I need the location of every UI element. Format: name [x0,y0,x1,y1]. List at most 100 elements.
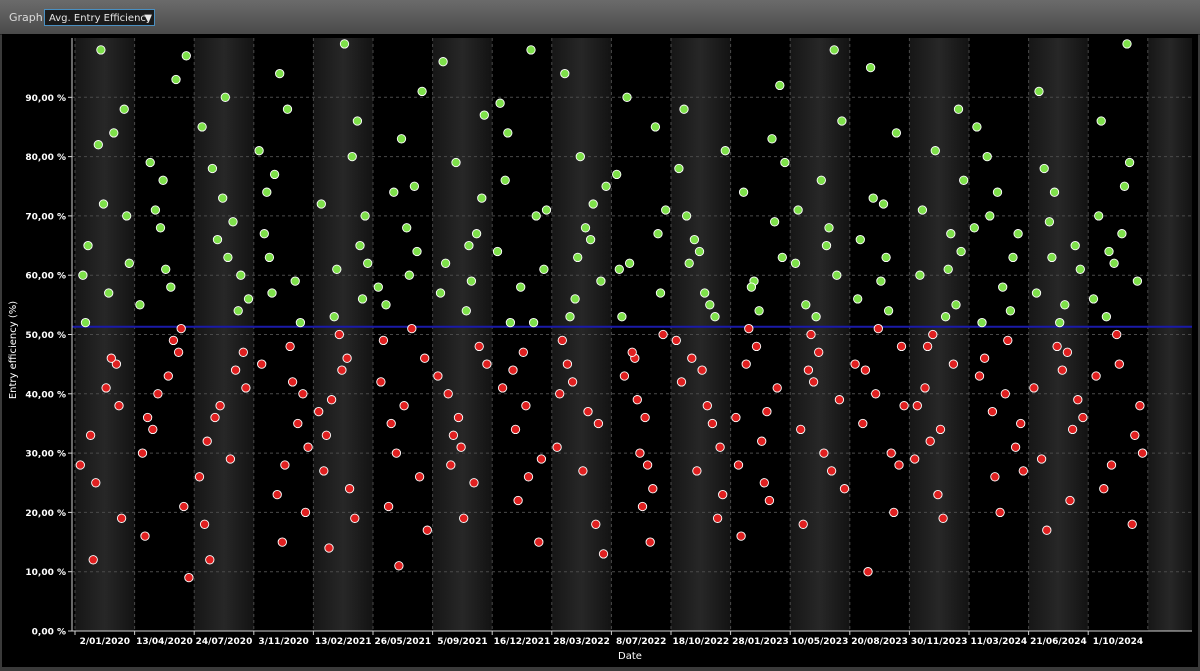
data-point [624,258,635,268]
data-point [912,401,922,411]
data-point [863,567,873,577]
data-point [886,448,896,458]
data-point [420,353,430,363]
data-point [826,466,837,476]
data-point [448,430,459,440]
data-point [124,258,134,268]
y-tick-label: 90,00 % [25,94,66,104]
data-point [731,412,741,423]
data-point [106,353,116,363]
data-point [873,323,883,334]
data-point [1047,252,1057,263]
data-point [347,151,357,162]
data-point [446,460,456,470]
data-point [451,157,461,168]
data-point [433,371,443,381]
data-point [943,264,953,274]
data-point [148,424,158,435]
data-point [772,383,782,393]
data-point [469,478,479,488]
x-tick-label: 21/06/2024 [1030,637,1087,647]
data-point [114,401,124,411]
data-point [780,157,790,168]
x-tick-label: 16/12/2021 [494,637,551,647]
data-point [679,104,689,114]
data-point [479,110,489,120]
data-point [627,347,637,357]
data-point [837,116,847,126]
data-point [860,365,871,375]
data-point [762,406,772,417]
data-point [1042,525,1052,535]
data-point [355,240,365,251]
data-point [75,460,85,470]
data-point [676,377,687,387]
data-point [684,258,694,268]
data-point [819,448,829,458]
data-point [269,169,280,180]
data-point [1106,460,1117,470]
y-tick-label: 0,00 % [32,628,66,638]
data-point [871,389,881,399]
data-point [342,353,352,363]
data-point [142,412,153,423]
data-point [228,217,238,227]
data-point [697,365,707,375]
data-point [541,205,552,215]
data-point [264,252,275,263]
data-point [212,234,223,245]
data-point [803,365,814,375]
data-point [373,282,383,292]
data-point [601,181,611,191]
data-point [210,412,220,423]
data-point [806,329,816,340]
data-point [754,306,764,316]
data-point [135,300,145,310]
data-point [658,329,668,340]
data-point [1003,335,1013,346]
chevron-down-icon: ▼ [144,13,152,24]
data-point [1114,359,1124,369]
data-point [321,430,332,440]
data-point [197,122,207,132]
data-point [285,341,295,352]
data-point [267,288,277,298]
x-tick-label: 24/07/2020 [196,637,253,647]
data-point [777,252,787,263]
data-point [1127,519,1137,529]
data-point [1031,288,1042,298]
data-point [295,317,306,328]
data-point [769,217,780,227]
data-point [176,323,186,334]
data-point [241,383,251,393]
data-point [1091,371,1101,381]
x-tick-label: 2/01/2020 [80,637,130,647]
data-point [979,353,990,363]
graph-type-select[interactable]: Avg. Entry Efficiency ▼ [44,9,155,26]
data-point [974,371,985,381]
data-point [969,223,979,233]
data-point [1104,246,1114,257]
chart-area: 0,00 % 10,00 % 20,00 % 30,00 % 40,00 % 50,00 … [2,34,1198,667]
data-point [1013,229,1023,239]
data-point [632,395,642,405]
data-point [899,401,909,411]
data-point [80,317,91,328]
data-point [508,365,518,375]
data-point [104,288,114,298]
data-point [834,395,845,405]
data-point [930,146,940,156]
data-point [865,62,876,73]
data-point [573,252,583,263]
data-point [1101,312,1112,322]
data-point [461,306,471,316]
data-point [759,478,769,488]
data-point [588,199,598,209]
data-point [298,389,308,399]
data-point [474,341,484,352]
data-point [593,418,604,429]
data-point [412,246,422,257]
data-point [329,312,339,322]
data-point [1018,466,1028,476]
data-point [811,312,821,322]
